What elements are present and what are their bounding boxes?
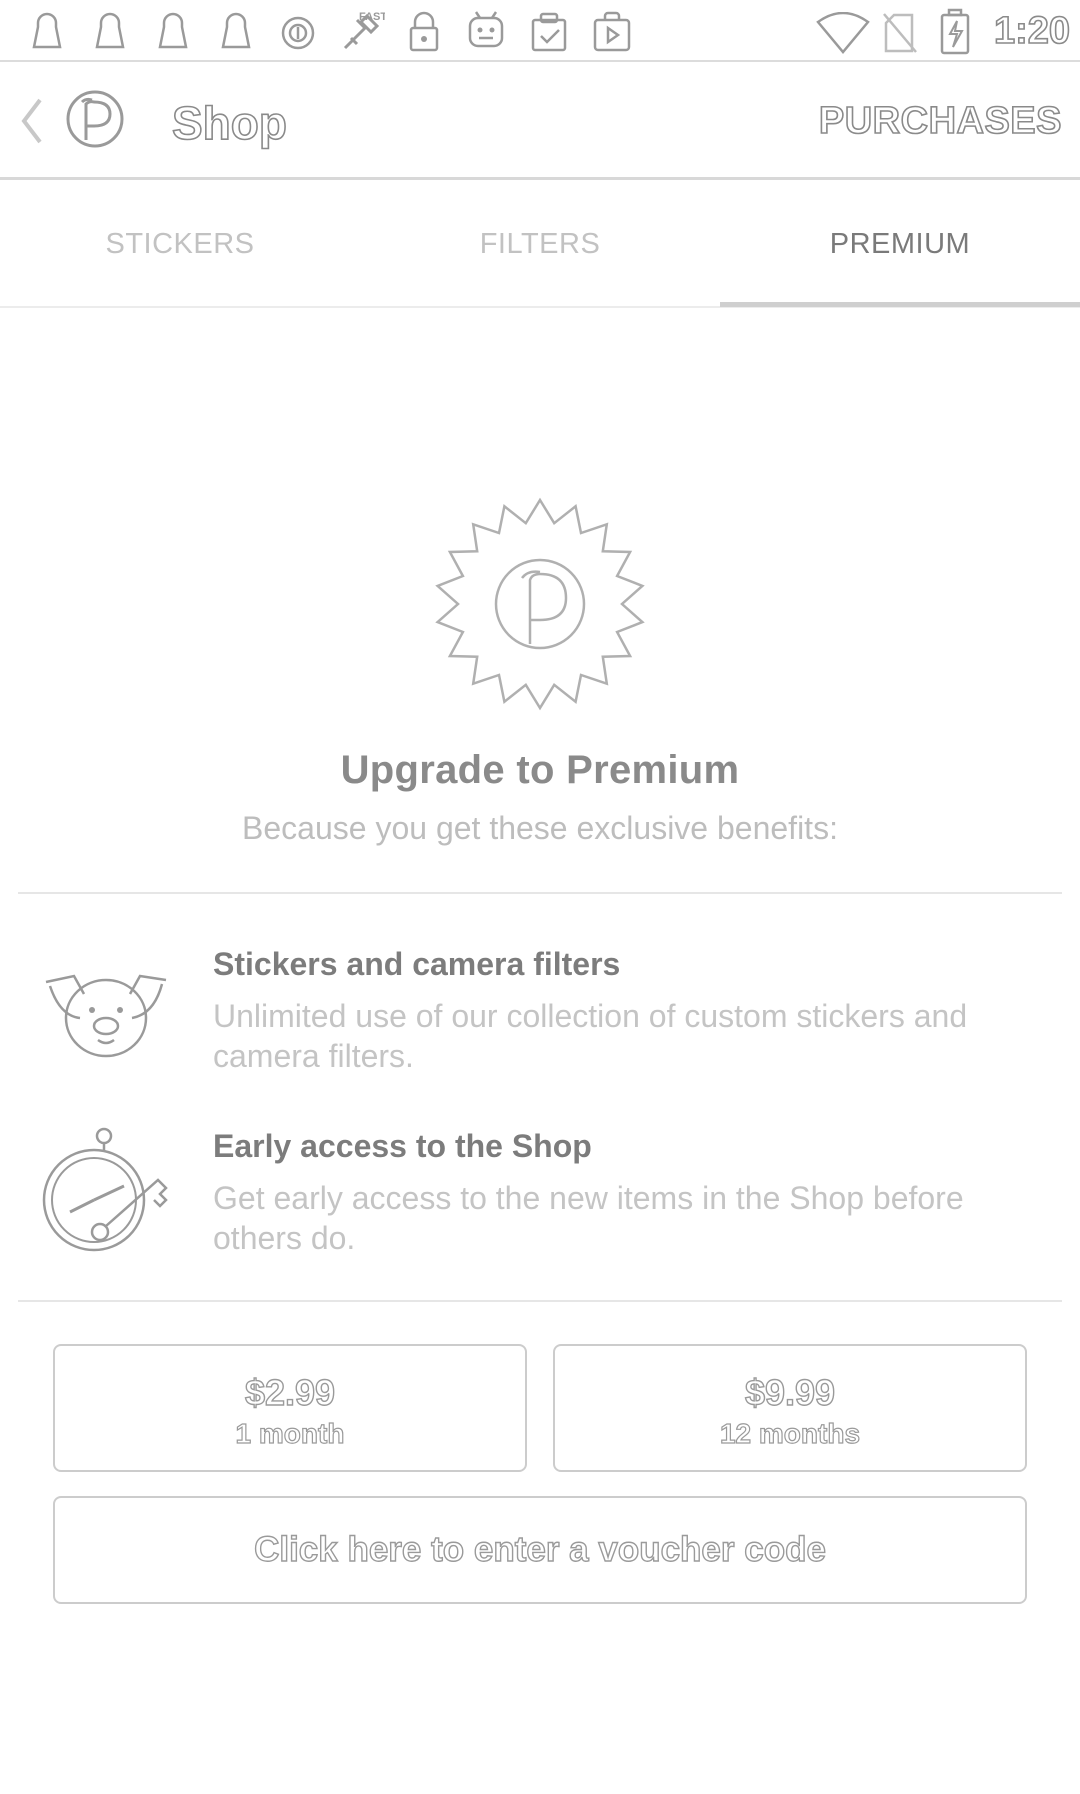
android-icon: [468, 11, 504, 48]
divider: [18, 1300, 1062, 1302]
lock-icon: [409, 11, 439, 52]
status-bar: FAST 1:20: [0, 0, 1080, 62]
plan-1-month-button[interactable]: $2.99 1 month: [53, 1344, 527, 1472]
keyhole-icon: [221, 12, 251, 49]
tab-filters[interactable]: FILTERS: [360, 180, 720, 308]
wifi-icon: [816, 12, 870, 54]
purchases-button[interactable]: PURCHASES: [818, 99, 1062, 143]
chevron-left-icon[interactable]: [16, 96, 46, 146]
premium-badge-icon: [435, 497, 645, 711]
benefit-description: Unlimited use of our collection of custo…: [213, 998, 968, 1074]
page-title: Shop: [171, 96, 288, 150]
plan-period: 1 month: [235, 1417, 345, 1449]
voucher-label: Click here to enter a voucher code: [253, 1529, 826, 1569]
benefit-title: Stickers and camera filters: [213, 946, 621, 982]
keyhole-icon: [158, 12, 188, 49]
benefit-item: Stickers and camera filters Unlimited us…: [0, 930, 1080, 1100]
divider: [18, 892, 1062, 894]
no-sim-icon: [883, 13, 917, 53]
plan-period: 12 months: [719, 1417, 861, 1449]
pig-face-icon: [45, 974, 167, 1058]
plan-12-months-button[interactable]: $9.99 12 months: [553, 1344, 1027, 1472]
stopwatch-key-icon: [42, 1127, 168, 1252]
tab-premium[interactable]: PREMIUM: [720, 180, 1080, 308]
active-tab-indicator: [720, 302, 1080, 307]
fast-tool-icon: FAST: [343, 11, 385, 50]
circle-icon: [281, 16, 315, 50]
voucher-code-button[interactable]: Click here to enter a voucher code: [53, 1496, 1027, 1604]
shop-screen: FAST 1:20 Shop PURCHASES STICKERS FILTER…: [0, 0, 1080, 1794]
tab-stickers[interactable]: STICKERS: [0, 180, 360, 308]
plan-price: $2.99: [244, 1371, 336, 1413]
play-bag-icon: [593, 11, 631, 52]
keyhole-icon: [95, 12, 125, 49]
benefit-description: Get early access to the new items in the…: [213, 1180, 964, 1256]
benefit-item: Early access to the Shop Get early acces…: [0, 1112, 1080, 1282]
premium-subtitle: Because you get these exclusive benefits…: [242, 810, 838, 846]
p-logo-icon: [66, 90, 124, 148]
tab-bar: STICKERS FILTERS PREMIUM: [0, 180, 1080, 308]
premium-title: Upgrade to Premium: [340, 748, 740, 792]
app-bar: Shop PURCHASES: [0, 62, 1080, 180]
clipboard-check-icon: [531, 12, 567, 52]
svg-text:FAST: FAST: [359, 11, 385, 23]
battery-charging-icon: [940, 8, 970, 55]
status-time: 1:20: [993, 9, 1071, 53]
plan-price: $9.99: [744, 1371, 836, 1413]
benefit-title: Early access to the Shop: [213, 1128, 592, 1164]
keyhole-icon: [32, 12, 62, 49]
